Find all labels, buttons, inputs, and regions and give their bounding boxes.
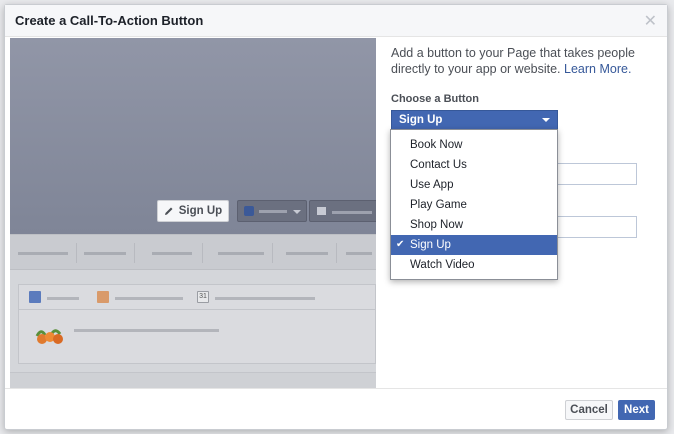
menu-item-contact-us[interactable]: Contact Us: [391, 155, 557, 175]
menu-item-label: Watch Video: [410, 259, 475, 271]
button-type-select[interactable]: Sign Up: [391, 110, 558, 130]
preview-message-button: [309, 200, 376, 222]
preview-signup-button: Sign Up: [157, 200, 229, 222]
cancel-button[interactable]: Cancel: [565, 400, 613, 420]
preview-like-button: [237, 200, 307, 222]
preview-bottom-strip: [10, 372, 376, 389]
dialog-footer: Cancel Next: [5, 388, 667, 429]
composer-divider: [19, 309, 375, 310]
dialog-title: Create a Call-To-Action Button: [15, 13, 204, 28]
calendar-icon: 31: [197, 291, 209, 303]
menu-item-use-app[interactable]: Use App: [391, 175, 557, 195]
chevron-down-icon: [542, 118, 550, 122]
menu-item-label: Sign Up: [410, 239, 451, 251]
divider: [272, 243, 273, 263]
divider: [336, 243, 337, 263]
placeholder-bar: [152, 252, 192, 255]
caret-down-icon: [293, 210, 301, 214]
placeholder-bar: [74, 329, 219, 332]
menu-item-sign-up[interactable]: ✔ Sign Up: [391, 235, 557, 255]
placeholder-bar: [346, 252, 372, 255]
menu-item-label: Book Now: [410, 139, 463, 151]
placeholder-bar: [332, 211, 372, 214]
message-icon: [317, 207, 326, 215]
form-description: Add a button to your Page that takes peo…: [391, 45, 661, 77]
dialog-header: Create a Call-To-Action Button ✕: [5, 5, 667, 37]
placeholder-bar: [259, 210, 287, 213]
placeholder-bar: [47, 297, 79, 300]
preview-signup-label: Sign Up: [178, 205, 223, 217]
fruit-avatar-icon: [35, 329, 63, 344]
menu-item-label: Play Game: [410, 199, 467, 211]
button-type-menu: Book Now Contact Us Use App Play Game Sh…: [390, 129, 558, 280]
divider: [134, 243, 135, 263]
placeholder-bar: [215, 297, 315, 300]
menu-item-label: Shop Now: [410, 219, 464, 231]
placeholder-bar: [115, 297, 183, 300]
status-icon: [29, 291, 41, 303]
menu-item-label: Contact Us: [410, 159, 467, 171]
placeholder-bar: [18, 252, 68, 255]
thumbs-up-icon: [244, 206, 254, 216]
placeholder-bar: [84, 252, 126, 255]
divider: [76, 243, 77, 263]
learn-more-link[interactable]: Learn More.: [564, 62, 631, 76]
next-button[interactable]: Next: [618, 400, 655, 420]
menu-item-watch-video[interactable]: Watch Video: [391, 255, 557, 275]
menu-item-book-now[interactable]: Book Now: [391, 135, 557, 155]
preview-composer: 31: [18, 284, 376, 364]
placeholder-bar: [218, 252, 264, 255]
divider: [202, 243, 203, 263]
placeholder-bar: [286, 252, 328, 255]
choose-button-label: Choose a Button: [391, 93, 479, 105]
create-cta-dialog: Create a Call-To-Action Button ✕ Sign Up: [4, 4, 668, 430]
cta-form: Add a button to your Page that takes peo…: [391, 45, 661, 238]
menu-item-shop-now[interactable]: Shop Now: [391, 215, 557, 235]
pencil-icon: [164, 207, 173, 215]
preview-nav-row: [10, 234, 376, 270]
menu-item-label: Use App: [410, 179, 454, 191]
menu-item-play-game[interactable]: Play Game: [391, 195, 557, 215]
photo-icon: [97, 291, 109, 303]
close-icon[interactable]: ✕: [644, 11, 657, 31]
check-icon: ✔: [396, 239, 405, 250]
page-preview: Sign Up 31: [10, 38, 376, 389]
select-value: Sign Up: [399, 114, 443, 126]
